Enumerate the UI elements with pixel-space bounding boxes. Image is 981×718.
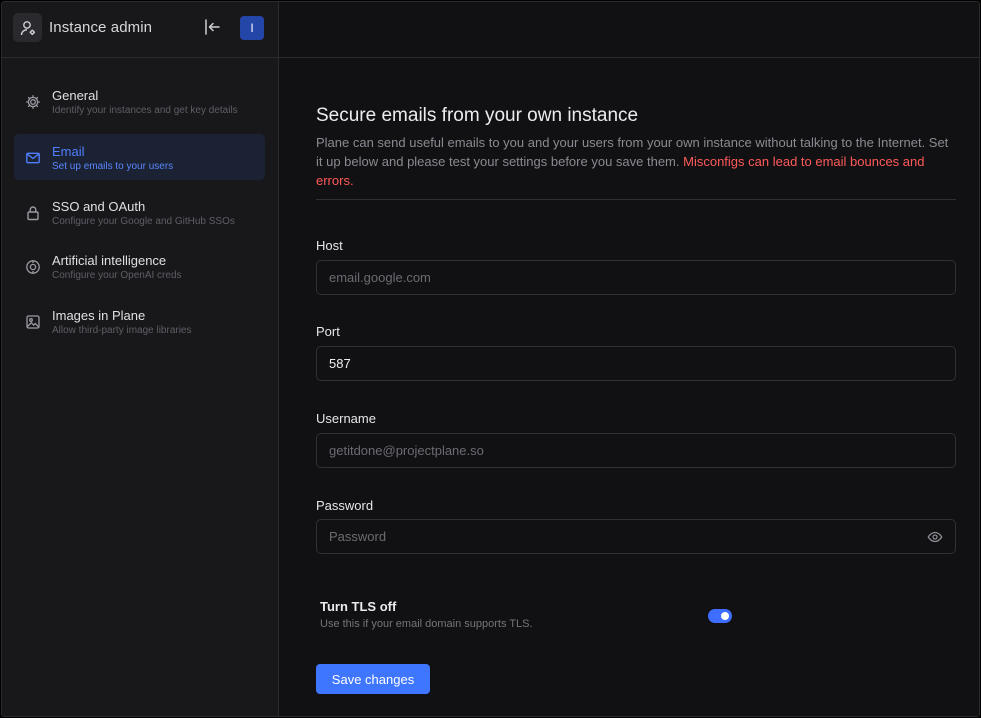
sidebar-header: Instance admin I [2, 2, 279, 58]
sidebar-item-label: Email [52, 144, 85, 159]
port-input[interactable] [316, 346, 956, 381]
username-input[interactable] [316, 433, 956, 468]
app-window: Instance admin I General Identify your i… [1, 1, 980, 717]
sidebar-item-general[interactable]: General Identify your instances and get … [14, 78, 265, 124]
sidebar-item-label: General [52, 88, 99, 103]
sidebar-item-images-in-plane[interactable]: Images in Plane Allow third-party image … [14, 298, 265, 344]
toggle-knob [721, 612, 729, 620]
divider [316, 199, 956, 200]
admin-user-icon[interactable] [13, 13, 42, 42]
app-title: Instance admin [49, 19, 153, 36]
show-password-eye-icon[interactable] [926, 528, 944, 546]
page-title: Secure emails from your own instance [316, 105, 639, 126]
sidebar-item-description: Configure your Google and GitHub SSOs [52, 216, 235, 227]
password-label: Password [316, 498, 374, 513]
sidebar-item-label: SSO and OAuth [52, 199, 146, 214]
sidebar-item-description: Allow third-party image libraries [52, 325, 192, 336]
sidebar-item-description: Identify your instances and get key deta… [52, 105, 238, 116]
sidebar-item-description: Set up emails to your users [52, 161, 174, 172]
user-avatar[interactable]: I [240, 16, 264, 40]
tls-toggle-label: Turn TLS off [320, 599, 397, 614]
sidebar: Instance admin I General Identify your i… [2, 2, 279, 716]
image-icon [24, 313, 42, 331]
save-changes-button[interactable]: Save changes [316, 664, 430, 694]
sidebar-item-label: Images in Plane [52, 308, 146, 323]
mail-icon [24, 149, 42, 167]
username-label: Username [316, 411, 376, 426]
ai-brain-icon [24, 258, 42, 276]
port-label: Port [316, 324, 340, 339]
top-bar [279, 2, 979, 58]
page-description: Plane can send useful emails to you and … [316, 133, 956, 190]
host-input[interactable] [316, 260, 956, 295]
sidebar-item-artificial-intelligence[interactable]: Artificial intelligence Configure your O… [14, 243, 265, 289]
sidebar-item-description: Configure your OpenAI creds [52, 270, 182, 281]
host-label: Host [316, 238, 343, 253]
sidebar-item-sso-oauth[interactable]: SSO and OAuth Configure your Google and … [14, 189, 265, 235]
tls-toggle-description: Use this if your email domain supports T… [320, 618, 533, 630]
sidebar-item-email[interactable]: Email Set up emails to your users [14, 134, 265, 180]
lock-icon [24, 204, 42, 222]
sidebar-item-label: Artificial intelligence [52, 253, 167, 268]
password-input[interactable] [316, 519, 956, 554]
collapse-sidebar-icon[interactable] [201, 16, 223, 38]
tls-toggle-switch[interactable] [708, 609, 732, 623]
gear-icon [24, 93, 42, 111]
